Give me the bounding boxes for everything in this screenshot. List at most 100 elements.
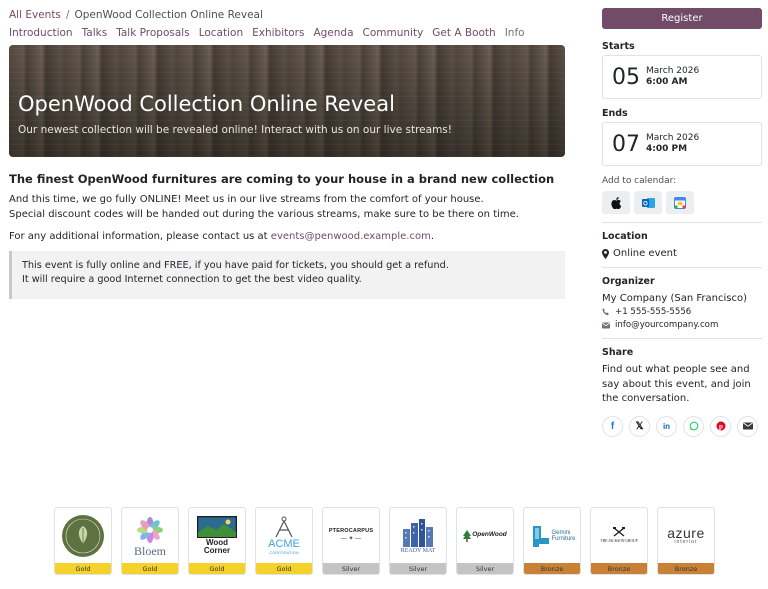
description-paragraph: And this time, we go fully ONLINE! Meet … (9, 192, 565, 222)
end-time: 4:00 PM (646, 144, 688, 154)
subnav-info[interactable]: Info (505, 27, 525, 39)
sponsor-card[interactable]: READY MAT Silver (389, 507, 447, 575)
organizer-heading: Organizer (602, 276, 655, 287)
sponsor-tier: Silver (390, 563, 446, 574)
map-marker-icon (602, 248, 609, 259)
description-line-1: And this time, we go fully ONLINE! Meet … (9, 194, 484, 205)
breadcrumb: All Events / OpenWood Collection Online Re… (9, 9, 263, 21)
sponsor-name: Bloem (134, 544, 166, 558)
sponsor-tier: Silver (323, 563, 379, 574)
sponsor-card[interactable]: Gemini Furniture Bronze (523, 507, 581, 575)
contact-suffix: . (430, 231, 435, 242)
email-icon (742, 422, 753, 430)
location-heading: Location (602, 231, 648, 242)
envelope-icon (602, 322, 610, 328)
sponsor-name: READY MAT (400, 548, 436, 554)
sponsor-name: azure (667, 525, 705, 541)
organizer-phone-line: +1 555-555-5556 (602, 307, 762, 317)
svg-text:O: O (643, 201, 648, 207)
description-heading: The finest OpenWood furnitures are comin… (9, 172, 555, 186)
sponsor-subtitle: CORPORATION (269, 550, 299, 555)
share-x-button[interactable]: 𝕏 (629, 415, 650, 437)
share-whatsapp-button[interactable] (683, 415, 704, 437)
share-pinterest-button[interactable]: p (710, 415, 731, 437)
outlook-icon: O (641, 197, 655, 208)
share-linkedin-button[interactable]: in (656, 415, 677, 437)
start-date-box: 05 March 2026 6:00 AM (602, 55, 762, 99)
start-day: 05 (612, 64, 640, 90)
sponsor-card[interactable]: Gold (54, 507, 112, 575)
city-skyline-icon (403, 519, 433, 547)
sponsor-name: Wood Corner (203, 538, 231, 555)
sidebar-divider (602, 338, 762, 339)
google-calendar-icon (674, 196, 686, 209)
calendar-buttons: O (602, 191, 762, 214)
location-line: Online event (602, 248, 762, 259)
facebook-icon: f (610, 420, 615, 432)
event-subnav: Introduction Talks Talk Proposals Locati… (9, 27, 525, 39)
share-heading: Share (602, 347, 634, 358)
subnav-talks[interactable]: Talks (82, 27, 108, 39)
starts-label: Starts (602, 41, 635, 52)
sponsor-tier: Bronze (658, 563, 714, 574)
start-month-year: March 2026 (646, 66, 700, 76)
phone-icon (602, 308, 609, 316)
event-description: The finest OpenWood furnitures are comin… (9, 172, 565, 299)
sponsor-tier: Gold (122, 563, 178, 574)
subnav-community[interactable]: Community (363, 27, 424, 39)
breadcrumb-current: OpenWood Collection Online Reveal (74, 9, 263, 21)
subnav-agenda[interactable]: Agenda (313, 27, 353, 39)
chair-icon (532, 525, 549, 547)
apple-calendar-button[interactable] (602, 191, 630, 214)
subnav-get-a-booth[interactable]: Get A Booth (432, 27, 495, 39)
google-calendar-button[interactable] (666, 191, 694, 214)
svg-text:p: p (719, 423, 723, 431)
breadcrumb-all-events-link[interactable]: All Events (9, 9, 61, 21)
compass-icon (275, 516, 293, 538)
sponsor-name: ACME (268, 538, 300, 550)
sponsor-tier: Silver (457, 563, 513, 574)
sidebar-divider (602, 222, 762, 223)
online-notice: This event is fully online and FREE, if … (9, 251, 565, 299)
description-line-2: Special discount codes will be handed ou… (9, 209, 519, 220)
sponsor-name: THE JACKSON GROUP (600, 539, 638, 544)
landscape-icon (197, 516, 237, 538)
sponsor-card[interactable]: PTEROCARPUS — ✦ — Silver (322, 507, 380, 575)
event-title: OpenWood Collection Online Reveal (18, 92, 395, 116)
sponsor-card[interactable]: ACME CORPORATION Gold (255, 507, 313, 575)
share-facebook-button[interactable]: f (602, 415, 623, 437)
share-email-button[interactable] (737, 415, 758, 437)
organizer-email-line: info@yourcompany.com (602, 320, 762, 330)
sponsor-card[interactable]: OpenWood Silver (456, 507, 514, 575)
organizer-email[interactable]: info@yourcompany.com (615, 320, 718, 330)
subnav-introduction[interactable]: Introduction (9, 27, 73, 39)
apple-icon (610, 196, 621, 209)
crossed-hammers-icon (613, 527, 625, 537)
start-time: 6:00 AM (646, 77, 688, 87)
sponsor-name: OpenWood (472, 531, 507, 539)
end-month-year: March 2026 (646, 133, 700, 143)
sponsor-card[interactable]: Wood Corner Gold (188, 507, 246, 575)
share-buttons: f 𝕏 in p (602, 415, 762, 437)
true-gallery-logo (62, 514, 104, 557)
location-value: Online event (613, 248, 677, 259)
sponsor-mark: — ✦ — (340, 536, 362, 543)
notice-line-1: This event is fully online and FREE, if … (22, 260, 449, 271)
register-button[interactable]: Register (602, 8, 762, 29)
sponsor-subtitle: interior (674, 539, 698, 545)
organizer-phone[interactable]: +1 555-555-5556 (615, 307, 691, 317)
sponsor-card[interactable]: azure interior Bronze (657, 507, 715, 575)
subnav-location[interactable]: Location (199, 27, 243, 39)
sponsor-tier: Bronze (524, 563, 580, 574)
sponsor-card[interactable]: THE JACKSON GROUP Bronze (590, 507, 648, 575)
sponsors-row: Gold Bloem Gold Wood Corner Gold ACME CO… (54, 507, 715, 575)
sponsor-name: PTEROCARPUS (328, 527, 374, 534)
tree-icon (463, 529, 472, 542)
sponsor-name: Gemini Furniture (551, 529, 576, 542)
sponsor-card[interactable]: Bloem Gold (121, 507, 179, 575)
outlook-calendar-button[interactable]: O (634, 191, 662, 214)
subnav-talk-proposals[interactable]: Talk Proposals (116, 27, 190, 39)
contact-email-link[interactable]: events@penwood.example.com (271, 231, 431, 242)
event-hero-banner: OpenWood Collection Online Reveal Our ne… (9, 45, 565, 157)
subnav-exhibitors[interactable]: Exhibitors (252, 27, 304, 39)
